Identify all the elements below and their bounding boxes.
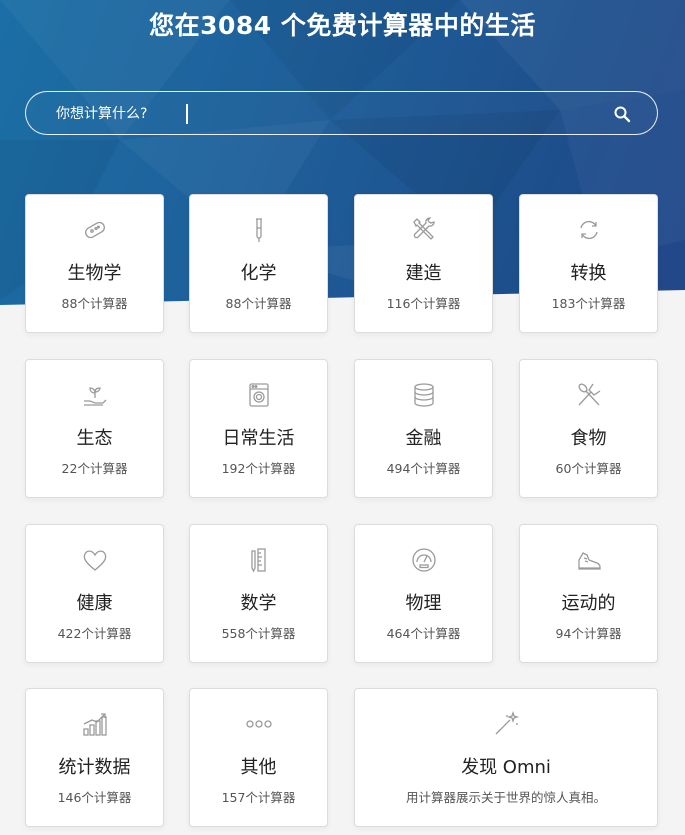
plant-hand-icon: [81, 381, 109, 409]
coins-icon: [410, 381, 438, 409]
category-card-food[interactable]: 食物 60个计算器: [519, 359, 658, 498]
category-count: 192个计算器: [221, 461, 296, 476]
category-count: 146个计算器: [57, 790, 132, 805]
category-count: 558个计算器: [221, 626, 296, 641]
category-count: 183个计算器: [551, 296, 626, 311]
search-input[interactable]: [56, 103, 576, 125]
category-label: 食物: [570, 428, 607, 449]
category-card-conversion[interactable]: 转换 183个计算器: [519, 194, 658, 333]
search-icon[interactable]: [613, 105, 631, 123]
tools-icon: [410, 216, 438, 244]
category-card-math[interactable]: 数学 558个计算器: [189, 524, 328, 663]
category-card-health[interactable]: 健康 422个计算器: [25, 524, 164, 663]
category-card-ecology[interactable]: 生态 22个计算器: [25, 359, 164, 498]
bacteria-icon: [81, 216, 109, 244]
category-card-construction[interactable]: 建造 116个计算器: [354, 194, 493, 333]
category-label: 日常生活: [222, 428, 295, 449]
gauge-icon: [410, 546, 438, 574]
category-card-everyday-life[interactable]: 日常生活 192个计算器: [189, 359, 328, 498]
category-count: 94个计算器: [555, 626, 622, 641]
discover-omni-card[interactable]: 发现 Omni 用计算器展示关于世界的惊人真相。: [354, 688, 658, 827]
test-tube-icon: [245, 216, 273, 244]
category-label: 生态: [76, 428, 113, 449]
category-card-chemistry[interactable]: 化学 88个计算器: [189, 194, 328, 333]
category-label: 统计数据: [58, 757, 131, 778]
magic-wand-icon: [492, 710, 520, 738]
refresh-icon: [575, 216, 603, 244]
category-card-other[interactable]: 其他 157个计算器: [189, 688, 328, 827]
category-count: 88个计算器: [61, 296, 128, 311]
category-label: 金融: [405, 428, 442, 449]
category-label: 生物学: [67, 263, 122, 284]
category-card-physics[interactable]: 物理 464个计算器: [354, 524, 493, 663]
ruler-pencil-icon: [245, 546, 273, 574]
search-bar[interactable]: [25, 91, 658, 135]
category-label: 运动的: [561, 593, 616, 614]
discover-label: 发现 Omni: [461, 757, 551, 778]
category-label: 其他: [240, 757, 277, 778]
category-label: 转换: [570, 263, 607, 284]
dots-icon: [245, 710, 273, 738]
heart-icon: [81, 546, 109, 574]
text-caret: [186, 104, 188, 124]
category-count: 22个计算器: [61, 461, 128, 476]
category-label: 物理: [405, 593, 442, 614]
fork-spoon-icon: [575, 381, 603, 409]
category-card-sports[interactable]: 运动的 94个计算器: [519, 524, 658, 663]
page-title: 您在3084 个免费计算器中的生活: [149, 11, 536, 40]
category-count: 157个计算器: [221, 790, 296, 805]
category-count: 60个计算器: [555, 461, 622, 476]
category-label: 数学: [240, 593, 277, 614]
category-count: 88个计算器: [225, 296, 292, 311]
bar-chart-icon: [81, 710, 109, 738]
category-count: 464个计算器: [386, 626, 461, 641]
washing-machine-icon: [245, 381, 273, 409]
category-label: 健康: [76, 593, 113, 614]
category-label: 化学: [240, 263, 277, 284]
discover-description: 用计算器展示关于世界的惊人真相。: [405, 790, 606, 805]
category-label: 建造: [405, 263, 442, 284]
category-count: 422个计算器: [57, 626, 132, 641]
category-count: 494个计算器: [386, 461, 461, 476]
category-count: 116个计算器: [386, 296, 461, 311]
category-card-biology[interactable]: 生物学 88个计算器: [25, 194, 164, 333]
category-card-finance[interactable]: 金融 494个计算器: [354, 359, 493, 498]
sneaker-icon: [575, 546, 603, 574]
category-card-statistics[interactable]: 统计数据 146个计算器: [25, 688, 164, 827]
